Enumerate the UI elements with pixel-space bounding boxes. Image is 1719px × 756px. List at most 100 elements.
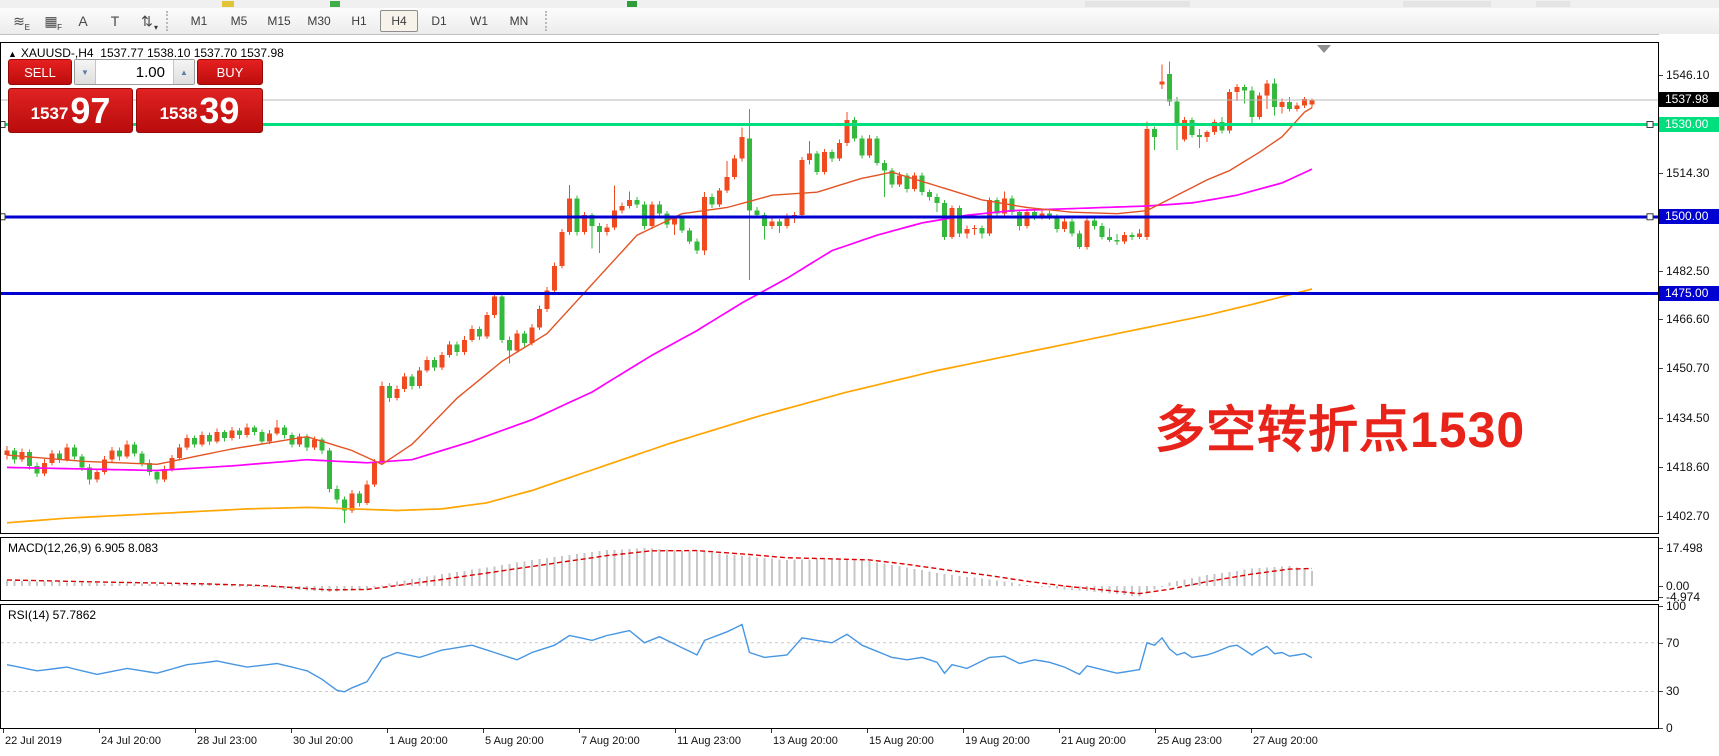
candle-body	[882, 162, 887, 171]
candle-body	[1099, 225, 1105, 237]
hline-handle[interactable]	[1646, 121, 1654, 129]
candle-body	[154, 472, 160, 480]
candle-body	[207, 435, 212, 442]
price-tick-label: 1434.50	[1666, 411, 1710, 426]
candle-body	[627, 199, 632, 207]
candle-body	[1234, 86, 1240, 92]
buy-price-button[interactable]: 1538 39	[136, 88, 263, 133]
time-tick	[963, 729, 964, 733]
timeframe-H1[interactable]: H1	[340, 10, 378, 32]
candle-body	[1159, 81, 1165, 85]
time-tick	[675, 729, 676, 733]
text-box-icon[interactable]: T	[102, 10, 128, 32]
time-axis[interactable]: 22 Jul 2019 24 Jul 20:00 28 Jul 23:00 30 Ju…	[0, 729, 1659, 756]
hline-handle[interactable]	[1, 121, 6, 129]
price-tick	[1659, 418, 1663, 420]
timeframe-M15[interactable]: M15	[260, 10, 298, 32]
candle-body	[934, 196, 940, 203]
candle-body	[702, 196, 707, 251]
candle-body	[244, 427, 250, 436]
candle-body	[514, 333, 520, 351]
candle-body	[867, 138, 872, 156]
rsi-indicator-plot[interactable]	[0, 604, 1659, 729]
candle-body	[529, 327, 535, 343]
sell-button[interactable]: SELL	[8, 59, 72, 85]
timeframe-D1[interactable]: D1	[420, 10, 458, 32]
candle-body	[1137, 233, 1142, 237]
rsi-tick	[1659, 691, 1663, 693]
collapse-panel-icon[interactable]: ▲	[8, 49, 17, 59]
candle-body	[477, 329, 482, 337]
grid-icon-sub: F	[57, 23, 62, 32]
candle-body	[769, 221, 775, 226]
candle-body	[1017, 212, 1022, 226]
candle-body	[364, 484, 370, 503]
time-tick	[1155, 729, 1156, 733]
macd-tick	[1659, 547, 1663, 549]
timeframe-M1[interactable]: M1	[180, 10, 218, 32]
candle-body	[747, 138, 752, 211]
indicators-icon[interactable]: ≋ E	[6, 10, 32, 33]
price-tick-label: 1402.70	[1666, 508, 1710, 523]
price-axis[interactable]: 1546.10 1514.30 1482.50 1466.60 1450.70 1434.…	[1659, 34, 1719, 735]
toolbar-icons: ≋ E ▦ F A T ⇅ ▾	[0, 10, 160, 33]
timeframe-W1[interactable]: W1	[460, 10, 498, 32]
volume-input[interactable]: 1.00	[96, 60, 173, 84]
text-label-icon[interactable]: A	[70, 10, 96, 32]
candle-body	[597, 225, 602, 233]
time-tick-label: 21 Aug 20:00	[1061, 735, 1126, 747]
candle-body	[334, 488, 340, 500]
grid-icon[interactable]: ▦ F	[38, 10, 64, 33]
candle-body	[469, 329, 475, 340]
candle-body	[964, 229, 970, 234]
price-tick-label: 1450.70	[1666, 361, 1710, 376]
timeframe-M5[interactable]: M5	[220, 10, 258, 32]
candle-body	[1129, 235, 1135, 237]
candle-body	[799, 159, 805, 216]
candle-body	[657, 204, 662, 214]
macd-indicator-plot[interactable]	[0, 537, 1659, 601]
candle-body	[957, 208, 962, 234]
candle-body	[199, 435, 205, 445]
candle-body	[462, 339, 467, 353]
candle-body	[574, 198, 580, 233]
toolbar-fragment	[1403, 1, 1491, 7]
toolbar-fragment	[627, 1, 637, 7]
timeframe-MN[interactable]: MN	[500, 10, 538, 32]
arrange-objects-icon[interactable]: ⇅ ▾	[134, 10, 160, 33]
volume-decrease-button[interactable]: ▼	[75, 60, 96, 84]
buy-button[interactable]: BUY	[197, 59, 263, 85]
timeframe-M30[interactable]: M30	[300, 10, 338, 32]
hline-handle[interactable]	[1646, 213, 1654, 221]
ma-slow-line	[6, 288, 1313, 524]
candle-body	[829, 152, 835, 159]
candle-body	[109, 450, 115, 460]
timeframe-buttons: M1 M5 M15 M30 H1 H4 D1 W1 MN	[179, 10, 539, 32]
timeframe-H4[interactable]: H4	[380, 10, 418, 32]
time-tick-label: 13 Aug 20:00	[773, 735, 838, 747]
chart-shift-marker-icon[interactable]	[1317, 45, 1331, 53]
time-tick-label: 27 Aug 20:00	[1253, 735, 1318, 747]
symbol-header[interactable]: ▲ XAUUSD-,H4 1537.77 1538.10 1537.70 1537…	[8, 46, 284, 60]
time-tick	[579, 729, 580, 733]
chart-text-annotation[interactable]: 多空转折点1530	[1155, 390, 1525, 462]
time-tick-label: 19 Aug 20:00	[965, 735, 1030, 747]
volume-increase-button[interactable]: ▲	[173, 60, 194, 84]
candle-body	[949, 208, 955, 237]
candle-body	[1189, 119, 1195, 135]
mt4-window: ≋ E ▦ F A T ⇅ ▾ M1 M5 M15 M30 H1 H4 D1 W1 MN ▲ XAUUSD-,H…	[0, 0, 1719, 756]
sell-price-button[interactable]: 1537 97	[8, 88, 134, 133]
time-tick-label: 7 Aug 20:00	[581, 735, 640, 747]
candle-body	[694, 241, 700, 251]
candle-body	[357, 493, 362, 503]
candle-body	[349, 493, 355, 511]
toolbar-separator	[545, 11, 552, 31]
candle-body	[777, 221, 782, 226]
candle-body	[409, 376, 415, 386]
rsi-tick-label: 0	[1666, 721, 1673, 735]
hline-handle[interactable]	[1, 213, 6, 221]
macd-tick	[1659, 586, 1663, 587]
candle-body	[619, 206, 625, 211]
candle-body	[1294, 105, 1300, 109]
time-tick	[291, 729, 292, 733]
